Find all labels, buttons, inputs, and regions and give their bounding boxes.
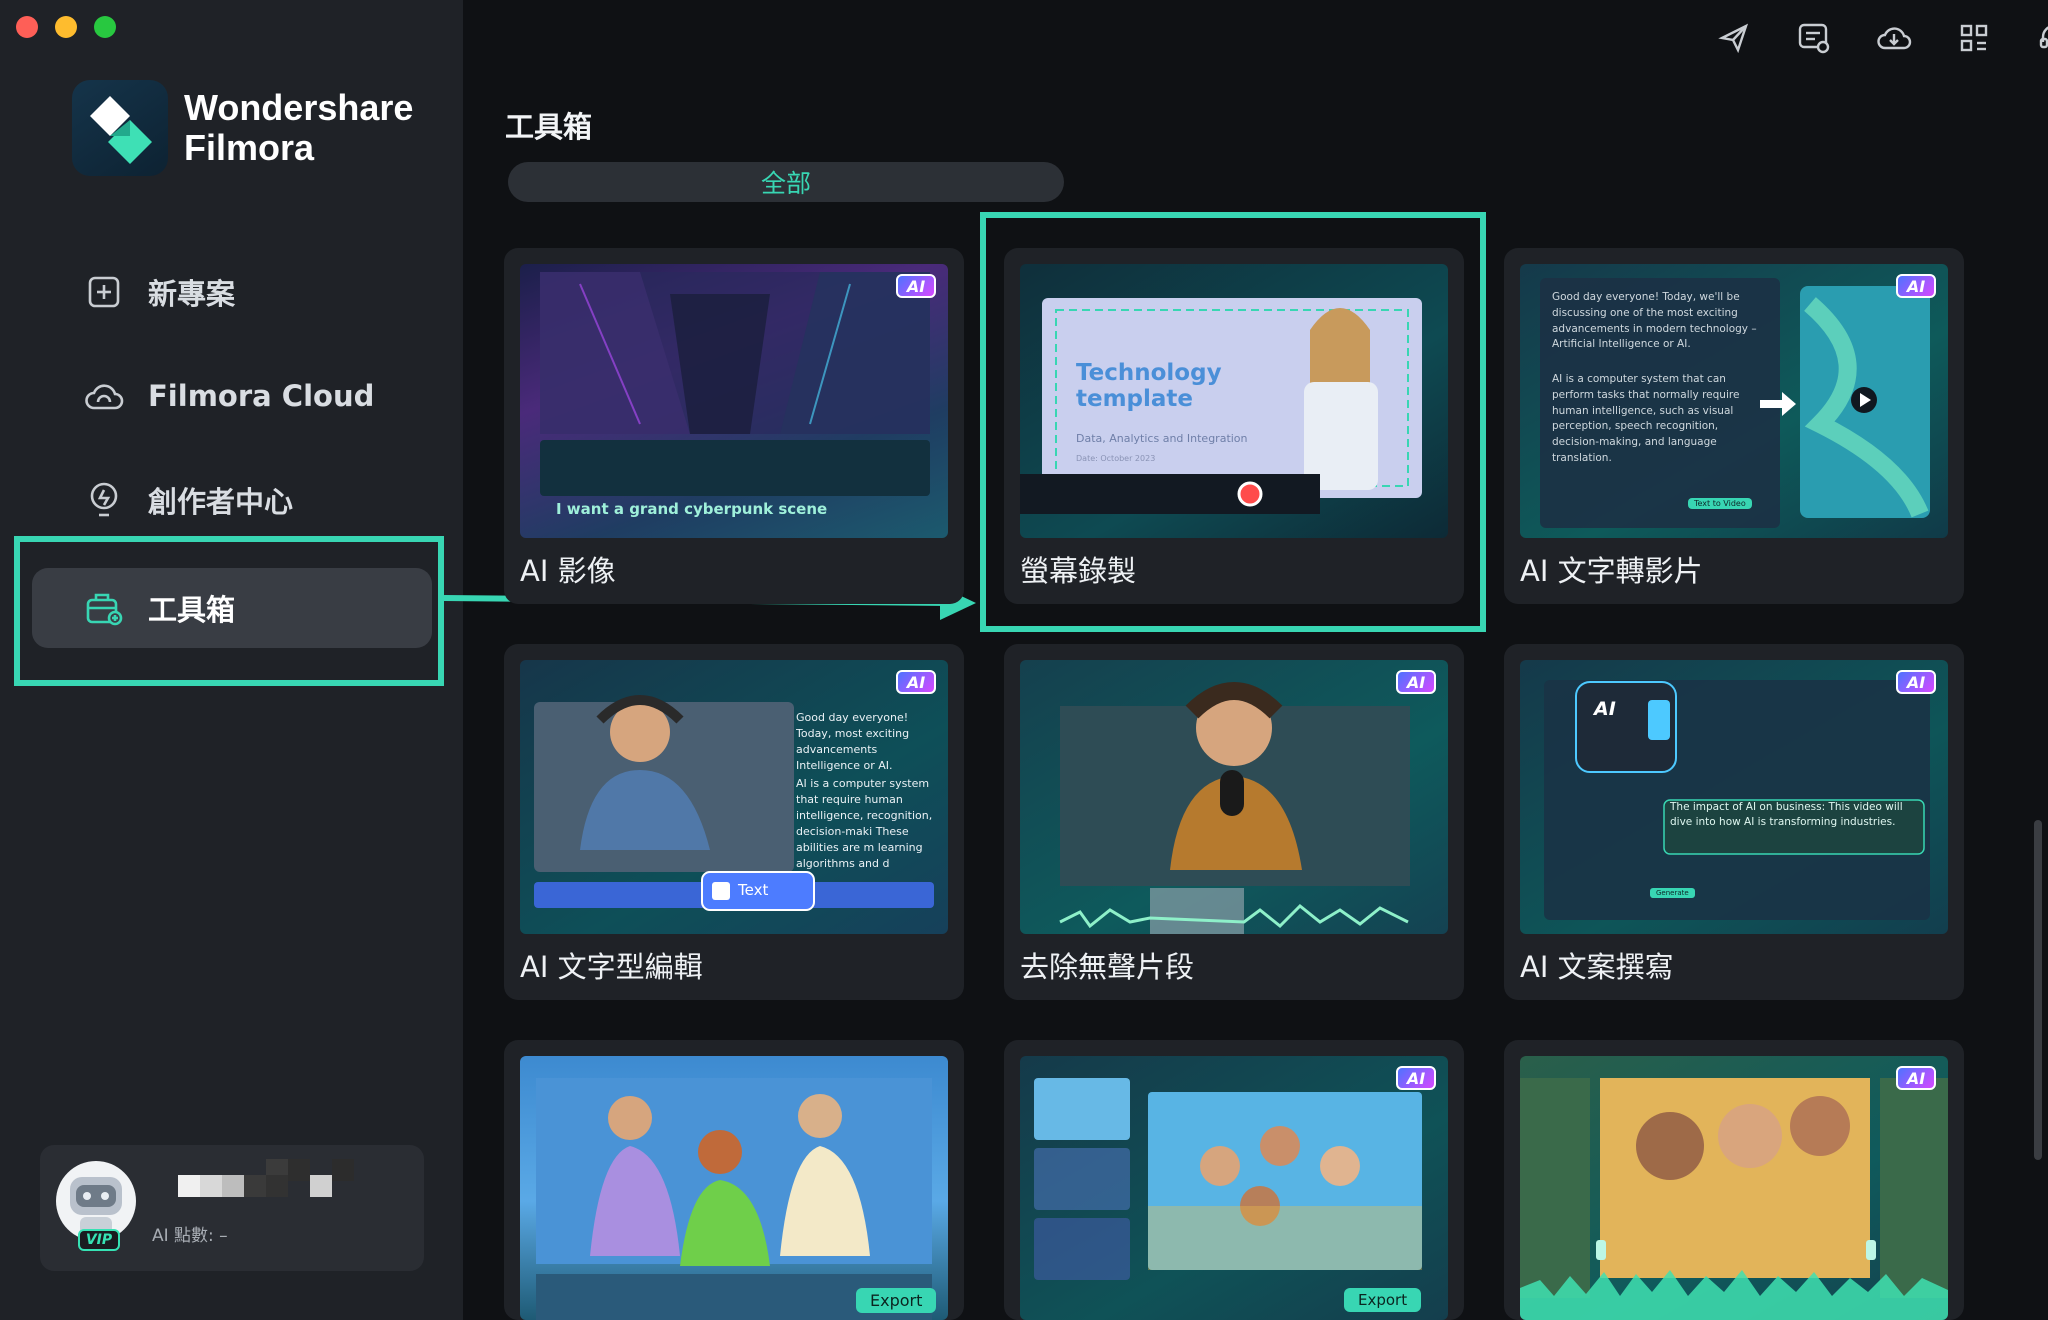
ai-badge: AI [1896,670,1936,694]
card-title: 螢幕錄製 [1020,554,1137,588]
filmora-logo-icon [72,80,168,176]
window-controls [16,16,116,38]
thumb-export-button: Export [1344,1288,1422,1312]
apps-grid-icon[interactable] [1952,16,1996,60]
ai-badge: AI [1896,274,1936,298]
tab-all[interactable]: 全部 [508,162,1064,202]
sidebar-item-filmora-cloud[interactable]: Filmora Cloud [32,356,432,436]
page-title: 工具箱 [505,110,593,144]
thumb-date: Date: October 2023 [1076,454,1156,463]
sidebar-item-label: 創作者中心 [148,485,294,519]
app-logo: Wondershare Filmora [72,80,413,176]
sidebar-item-creator-hub[interactable]: 創作者中心 [32,460,432,540]
card-title: 去除無聲片段 [1020,950,1195,984]
messages-icon[interactable] [1792,16,1836,60]
card-thumbnail: I want a grand cyberpunk scene AI [520,264,948,538]
sidebar: Wondershare Filmora 新專案 Filmora Cloud 創作… [0,0,463,1320]
new-project-icon [84,272,124,312]
thumb-heading-line2: template [1076,386,1194,413]
tool-card-row3-2[interactable]: Export AI [1004,1040,1464,1320]
tool-card-screen-recorder[interactable]: Technology template Data, Analytics and … [1004,248,1464,604]
close-window-button[interactable] [16,16,38,38]
card-title: AI 文字型編輯 [520,950,703,984]
thumb-ai-label: AI [1594,698,1616,720]
user-card[interactable]: VIP AI 點數: – [40,1145,424,1271]
cloud-download-icon[interactable] [1872,16,1916,60]
ai-badge: AI [896,670,936,694]
vip-badge: VIP [78,1229,120,1251]
card-thumbnail: Good day everyone! Today, most exciting … [520,660,948,934]
thumb-paragraph-1: Good day everyone! Today, we'll be discu… [1552,291,1757,351]
sidebar-item-new-project[interactable]: 新專案 [32,252,432,332]
lightbulb-icon [84,480,124,520]
main-scrollbar[interactable] [2034,820,2042,1160]
thumb-text-chip: Text [738,881,769,899]
ai-points-label: AI 點數: – [152,1226,228,1246]
tool-card-row3-3[interactable]: AI [1504,1040,1964,1320]
card-title: AI 影像 [520,554,616,588]
app-name-line2: Filmora [184,127,315,168]
card-thumbnail: Export AI [1020,1056,1448,1320]
thumb-heading-line1: Technology [1076,360,1222,386]
ai-badge: AI [1396,1066,1436,1090]
toolbox-icon [84,588,124,628]
thumb-paragraph-1: Good day everyone! Today, most exciting … [796,711,910,772]
card-thumbnail: Technology template Data, Analytics and … [1020,264,1448,538]
top-toolbar [1708,16,2048,60]
tool-card-remove-silence[interactable]: AI 去除無聲片段 [1004,644,1464,1000]
ai-badge: AI [896,274,936,298]
ai-badge: AI [1896,1066,1936,1090]
tool-card-ai-image[interactable]: I want a grand cyberpunk scene AI AI 影像 [504,248,964,604]
app-name-line1: Wondershare [184,86,414,128]
sidebar-item-label: 工具箱 [148,593,236,627]
thumb-prompt-text: I want a grand cyberpunk scene [556,500,828,518]
thumb-paragraph-2: AI is a computer system that require hum… [796,777,933,870]
sidebar-item-label: 新專案 [148,277,236,311]
thumb-caption: The impact of AI on business: This video… [1670,801,1903,828]
sidebar-item-label: Filmora Cloud [148,379,375,413]
card-title: AI 文案撰寫 [1520,950,1674,984]
thumb-text-to-video-button: Text to Video [1688,498,1752,509]
thumb-paragraph-2: AI is a computer system that can perform… [1552,373,1740,464]
card-thumbnail: AI The impact of AI on business: This vi… [1520,660,1948,934]
minimize-window-button[interactable] [55,16,77,38]
zoom-window-button[interactable] [94,16,116,38]
card-title: AI 文字轉影片 [1520,554,1703,588]
thumb-generate-button: Generate [1650,888,1695,898]
tool-card-ai-copywriting[interactable]: AI The impact of AI on business: This vi… [1504,644,1964,1000]
card-thumbnail: Export [520,1056,948,1320]
sidebar-item-toolbox[interactable]: 工具箱 [32,568,432,648]
tool-card-ai-text-to-video[interactable]: Good day everyone! Today, we'll be discu… [1504,248,1964,604]
send-feedback-icon[interactable] [1712,16,1756,60]
card-thumbnail: AI [1520,1056,1948,1320]
thumb-subtitle: Data, Analytics and Integration [1076,432,1248,445]
card-thumbnail: Good day everyone! Today, we'll be discu… [1520,264,1948,538]
card-thumbnail: AI [1020,660,1448,934]
headset-support-icon[interactable] [2032,16,2048,60]
thumb-export-button: Export [856,1288,937,1313]
tool-card-ai-text-based-editing[interactable]: Good day everyone! Today, most exciting … [504,644,964,1000]
cloud-icon [84,376,124,416]
ai-badge: AI [1396,670,1436,694]
tool-card-row3-1[interactable]: Export [504,1040,964,1320]
